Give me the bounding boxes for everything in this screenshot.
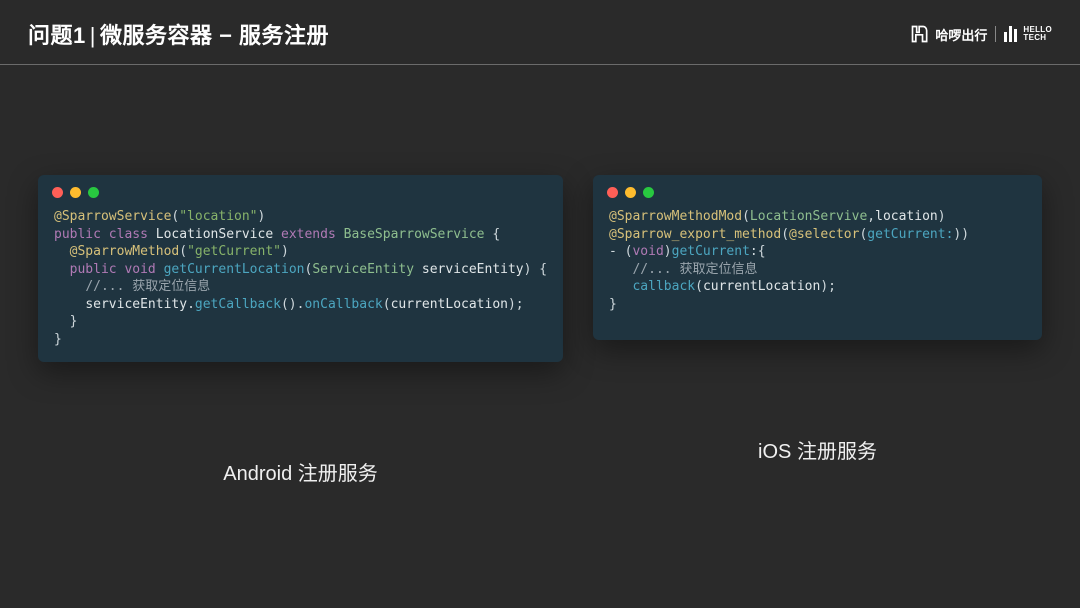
close-dot-icon	[52, 187, 63, 198]
window-controls	[593, 175, 1042, 208]
header-divider	[0, 64, 1080, 65]
hellotech-icon	[1004, 26, 1018, 42]
maximize-dot-icon	[88, 187, 99, 198]
close-dot-icon	[607, 187, 618, 198]
android-code-block: @SparrowService("location") public class…	[38, 208, 563, 348]
slide-title: 问题1|微服务容器 − 服务注册	[28, 18, 329, 50]
maximize-dot-icon	[643, 187, 654, 198]
slide-content: @SparrowService("location") public class…	[0, 65, 1080, 486]
window-controls	[38, 175, 563, 208]
android-caption: Android 注册服务	[223, 457, 378, 486]
android-column: @SparrowService("location") public class…	[38, 175, 563, 486]
ios-column: @SparrowMethodMod(LocationServive,locati…	[593, 175, 1042, 486]
ios-code-window: @SparrowMethodMod(LocationServive,locati…	[593, 175, 1042, 340]
title-separator: |	[90, 23, 96, 48]
hellotech-text: HELLO TECH	[1023, 26, 1052, 43]
hellobike-text: 哈啰出行	[935, 25, 987, 44]
logo-divider	[995, 26, 996, 42]
title-main: 微服务容器 − 服务注册	[100, 23, 329, 48]
hellobike-icon	[910, 24, 930, 44]
ios-caption: iOS 注册服务	[758, 435, 877, 464]
hellotech-logo: HELLO TECH	[1004, 26, 1052, 43]
android-code-window: @SparrowService("location") public class…	[38, 175, 563, 362]
minimize-dot-icon	[70, 187, 81, 198]
minimize-dot-icon	[625, 187, 636, 198]
hellobike-logo: 哈啰出行	[910, 24, 987, 44]
ios-code-block: @SparrowMethodMod(LocationServive,locati…	[593, 208, 1042, 313]
title-prefix: 问题1	[28, 23, 86, 48]
slide-header: 问题1|微服务容器 − 服务注册 哈啰出行 HELLO TECH	[0, 0, 1080, 50]
brand-logos: 哈啰出行 HELLO TECH	[910, 24, 1052, 44]
